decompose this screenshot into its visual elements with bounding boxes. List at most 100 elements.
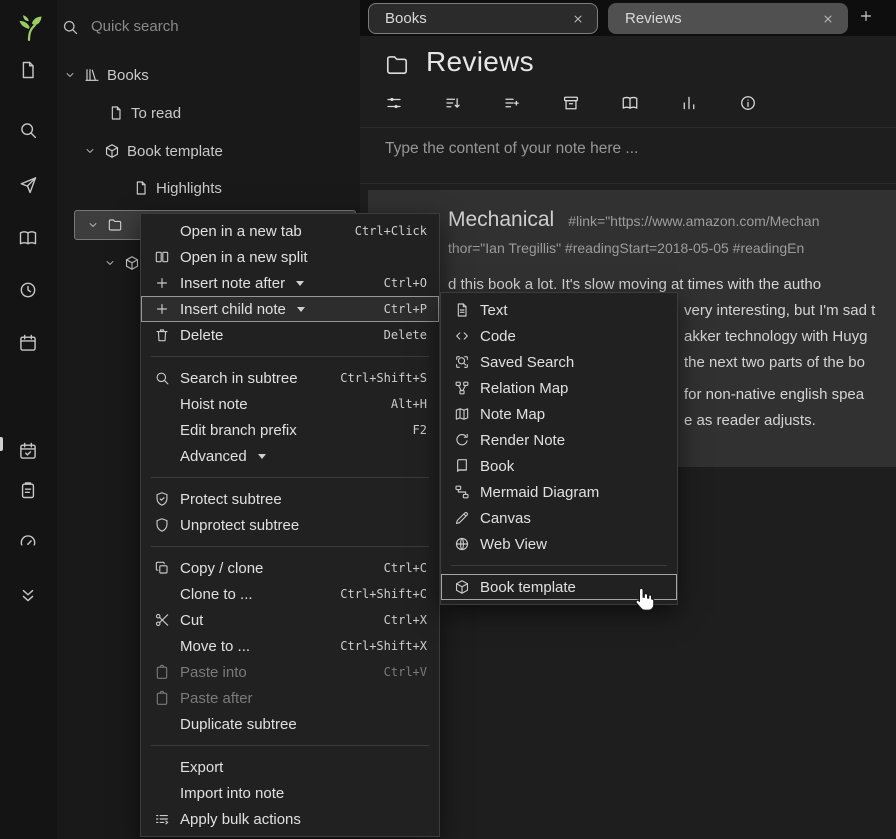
submenu-item-label: Text [480,302,508,319]
card-note-title[interactable]: Mechanical [448,208,554,232]
menu-item-label: Export [180,759,223,776]
submenu-item-code[interactable]: Code [441,323,677,349]
menu-item-protect-subtree[interactable]: Protect subtree [141,486,439,512]
menu-item-unprotect-subtree[interactable]: Unprotect subtree [141,512,439,538]
trilium-logo-icon[interactable] [14,13,44,43]
submenu-item-note-map[interactable]: Note Map [441,401,677,427]
quick-search-input[interactable]: Quick search [91,18,179,35]
menu-item-delete[interactable]: Delete Delete [141,322,439,348]
owned-attributes-icon[interactable] [444,94,462,112]
submenu-item-mermaid-diagram[interactable]: Mermaid Diagram [441,479,677,505]
menu-item-open-in-new-split[interactable]: Open in a new split [141,244,439,270]
note-paths-chart-icon[interactable] [680,94,698,112]
submenu-item-book-template[interactable]: Book template [441,574,677,600]
menu-item-search-in-subtree[interactable]: Search in subtree Ctrl+Shift+S [141,365,439,391]
folder-icon [384,52,410,78]
menu-item-copy-clone[interactable]: Copy / clone Ctrl+C [141,555,439,581]
chevron-down-icon[interactable] [103,256,117,270]
menu-item-clone-to[interactable]: Clone to ... Ctrl+Shift+C [141,581,439,607]
tree-item-label: Book template [127,143,223,160]
menu-item-edit-branch-prefix[interactable]: Edit branch prefix F2 [141,417,439,443]
collapse-double-chevron-icon[interactable] [18,586,38,606]
tree-item-to-read[interactable]: To read [108,99,181,127]
render-refresh-icon [453,432,471,448]
tab-reviews[interactable]: Reviews [608,3,848,34]
tree-item-books[interactable]: Books [63,61,149,89]
quick-search-icon[interactable] [61,18,79,36]
menu-item-move-to[interactable]: Move to ... Ctrl+Shift+X [141,633,439,659]
menu-item-shortcut: F2 [413,423,427,437]
book-properties-icon[interactable] [621,94,639,112]
submenu-item-relation-map[interactable]: Relation Map [441,375,677,401]
submenu-item-book[interactable]: Book [441,453,677,479]
add-attribute-list-plus-icon[interactable] [503,94,521,112]
left-edge-marker [0,437,3,451]
basic-properties-sliders-icon[interactable] [385,94,403,112]
tree-item-selected-folder[interactable] [86,211,123,239]
tab-books[interactable]: Books [368,3,598,34]
menu-item-label: Unprotect subtree [180,517,299,534]
dashboard-gauge-icon[interactable] [18,532,38,552]
menu-item-duplicate-subtree[interactable]: Duplicate subtree [141,711,439,737]
tree-item-highlights[interactable]: Highlights [133,174,222,202]
menu-item-shortcut: Ctrl+Click [355,224,427,238]
close-icon[interactable] [821,12,835,26]
new-tab-button[interactable] [858,8,874,24]
folder-icon [107,217,123,233]
close-icon[interactable] [571,12,585,26]
submenu-item-label: Book [480,458,514,475]
submenu-item-text[interactable]: Text [441,297,677,323]
tree-item-label: To read [131,105,181,122]
menu-item-apply-bulk-actions[interactable]: Apply bulk actions [141,806,439,832]
menu-item-insert-child-note[interactable]: Insert child note Ctrl+P [141,296,439,322]
menu-item-import-into-note[interactable]: Import into note [141,780,439,806]
menu-item-advanced[interactable]: Advanced [141,443,439,469]
chevron-down-icon[interactable] [63,68,77,82]
open-book-icon[interactable] [18,228,38,248]
note-info-icon[interactable] [739,94,757,112]
calendar-icon[interactable] [18,333,38,353]
menu-item-open-in-new-tab[interactable]: Open in a new tab Ctrl+Click [141,218,439,244]
chevron-down-icon[interactable] [83,144,97,158]
chevron-down-icon[interactable] [86,218,100,232]
template-cube-icon [104,143,120,159]
menu-item-label: Open in a new tab [180,223,302,240]
plus-icon [153,275,171,291]
submenu-item-saved-search[interactable]: Saved Search [441,349,677,375]
editor-divider [360,183,896,184]
menu-item-insert-note-after[interactable]: Insert note after Ctrl+O [141,270,439,296]
tree-item-child-partial[interactable] [103,249,140,277]
menu-item-export[interactable]: Export [141,754,439,780]
submenu-item-label: Web View [480,536,547,553]
card-attribute-fragment: #link="https://www.amazon.com/Mechan [568,213,819,229]
menu-item-label: Hoist note [180,396,248,413]
search-icon[interactable] [18,120,38,140]
tasks-clipboard-icon[interactable] [18,480,38,500]
submenu-item-canvas[interactable]: Canvas [441,505,677,531]
archive-icon[interactable] [562,94,580,112]
template-cube-icon [124,255,140,271]
note-icon [133,180,149,196]
menu-item-shortcut: Ctrl+Shift+X [340,639,427,653]
shield-icon [153,517,171,533]
tree-item-book-template[interactable]: Book template [83,137,223,165]
submenu-item-render-note[interactable]: Render Note [441,427,677,453]
plus-icon [153,301,171,317]
jump-to-note-icon[interactable] [18,175,38,195]
new-note-icon[interactable] [18,60,38,80]
bulk-actions-icon [153,811,171,827]
menu-item-label: Clone to ... [180,586,253,603]
menu-item-shortcut: Ctrl+Shift+S [340,371,427,385]
note-content-editor[interactable]: Type the content of your note here ... [385,140,638,158]
menu-item-hoist-note[interactable]: Hoist note Alt+H [141,391,439,417]
submenu-item-web-view[interactable]: Web View [441,531,677,557]
book-icon [453,458,471,474]
menu-item-cut[interactable]: Cut Ctrl+X [141,607,439,633]
today-calendar-icon[interactable] [18,441,38,461]
paste-icon [153,690,171,706]
card-body-text: for non-native english spea [684,386,864,403]
menu-separator [151,745,429,746]
menu-separator [451,565,667,566]
template-cube-icon [453,579,471,595]
recent-changes-icon[interactable] [18,280,38,300]
